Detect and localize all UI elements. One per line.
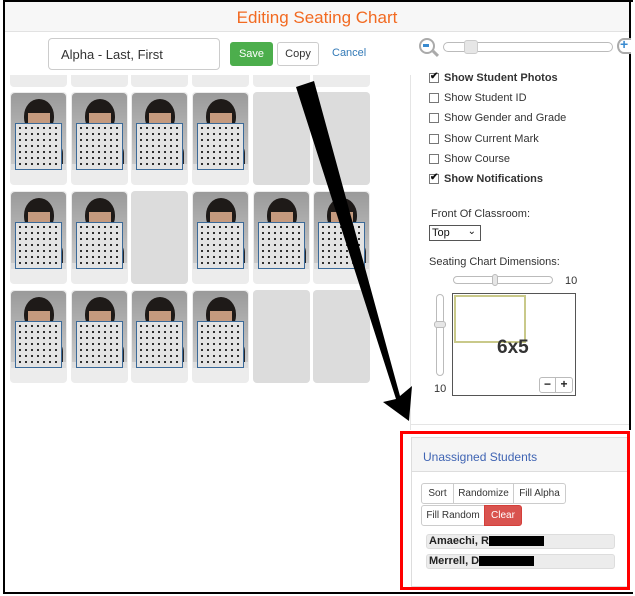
- page-header: Editing Seating Chart: [5, 2, 629, 32]
- face-redaction: [197, 321, 244, 368]
- dimension-minus-button[interactable]: −: [540, 378, 556, 392]
- max-rows-value: 10: [434, 383, 447, 395]
- max-columns-value: 10: [565, 275, 578, 287]
- seat-partial[interactable]: [71, 75, 128, 87]
- empty-seat[interactable]: [313, 92, 370, 185]
- option-show-notifications[interactable]: Show Notifications: [429, 172, 543, 185]
- option-label: Show Student Photos: [444, 72, 558, 84]
- face-redaction: [76, 123, 123, 170]
- checkbox[interactable]: [429, 93, 439, 104]
- zoom-in-icon[interactable]: [617, 38, 631, 54]
- chart-name-input[interactable]: [48, 38, 220, 70]
- student-seat[interactable]: [71, 92, 128, 185]
- student-seat[interactable]: [10, 191, 67, 284]
- highlight-box: [400, 431, 630, 590]
- checkbox[interactable]: [429, 113, 439, 124]
- student-seat[interactable]: [253, 191, 310, 284]
- page-title: Editing Seating Chart: [236, 8, 398, 27]
- student-seat[interactable]: [71, 191, 128, 284]
- option-show-student-photos[interactable]: Show Student Photos: [429, 71, 558, 84]
- student-seat[interactable]: [71, 290, 128, 383]
- section-divider: [411, 424, 629, 425]
- student-seat[interactable]: [313, 191, 370, 284]
- checkbox[interactable]: [429, 153, 439, 164]
- dimensions-label: Seating Chart Dimensions:: [429, 256, 560, 268]
- checkbox[interactable]: [429, 172, 439, 184]
- option-show-student-id[interactable]: Show Student ID: [429, 92, 527, 104]
- checkbox[interactable]: [429, 71, 439, 83]
- dimensions-text: 6x5: [497, 337, 529, 358]
- empty-seat[interactable]: [253, 290, 310, 383]
- face-redaction: [197, 222, 244, 269]
- seat-partial[interactable]: [192, 75, 249, 87]
- student-seat[interactable]: [192, 290, 249, 383]
- student-seat[interactable]: [131, 290, 188, 383]
- face-redaction: [76, 222, 123, 269]
- seat-partial[interactable]: [313, 75, 370, 87]
- face-redaction: [76, 321, 123, 368]
- front-of-classroom-value: Top: [432, 227, 450, 239]
- dimensions-selection: [454, 295, 526, 343]
- chevron-down-icon: ⌄: [467, 226, 476, 237]
- face-redaction: [136, 123, 183, 170]
- seat-partial[interactable]: [131, 75, 188, 87]
- columns-slider[interactable]: [453, 276, 553, 284]
- option-label: Show Course: [444, 152, 511, 165]
- student-seat[interactable]: [192, 191, 249, 284]
- option-show-gender-and-grade[interactable]: Show Gender and Grade: [429, 112, 566, 124]
- seat-partial[interactable]: [253, 75, 310, 87]
- option-label: Show Student ID: [444, 92, 527, 105]
- face-redaction: [15, 222, 62, 269]
- option-label: Show Notifications: [444, 173, 543, 185]
- student-seat[interactable]: [10, 92, 67, 185]
- face-redaction: [15, 321, 62, 368]
- face-redaction: [318, 222, 365, 269]
- dimension-plus-button[interactable]: +: [556, 378, 572, 392]
- option-label: Show Gender and Grade: [444, 112, 567, 125]
- option-label: Show Current Mark: [444, 132, 539, 145]
- columns-slider-thumb[interactable]: [492, 274, 498, 286]
- panel-divider: [410, 75, 411, 430]
- option-show-current-mark[interactable]: Show Current Mark: [429, 133, 539, 145]
- dimensions-grid-picker[interactable]: 6x5 − +: [452, 293, 576, 396]
- cancel-link[interactable]: Cancel: [332, 47, 366, 59]
- student-seat[interactable]: [192, 92, 249, 185]
- option-show-course[interactable]: Show Course: [429, 153, 510, 165]
- empty-seat[interactable]: [253, 92, 310, 185]
- frame-border: [629, 0, 631, 430]
- face-redaction: [258, 222, 305, 269]
- face-redaction: [136, 321, 183, 368]
- front-of-classroom-select[interactable]: Top ⌄: [429, 225, 481, 241]
- front-of-classroom-label: Front Of Classroom:: [431, 208, 531, 220]
- rows-slider-thumb[interactable]: [434, 321, 446, 328]
- student-seat[interactable]: [131, 92, 188, 185]
- dimension-stepper: − +: [539, 377, 573, 393]
- photo-zoom-slider-thumb[interactable]: [464, 40, 478, 54]
- copy-button[interactable]: Copy: [277, 42, 319, 66]
- empty-seat[interactable]: [131, 191, 188, 284]
- rows-slider[interactable]: [436, 294, 444, 376]
- save-button[interactable]: Save: [230, 42, 273, 66]
- face-redaction: [15, 123, 62, 170]
- face-redaction: [197, 123, 244, 170]
- seat-partial[interactable]: [10, 75, 67, 87]
- checkbox[interactable]: [429, 133, 439, 144]
- empty-seat[interactable]: [313, 290, 370, 383]
- student-seat[interactable]: [10, 290, 67, 383]
